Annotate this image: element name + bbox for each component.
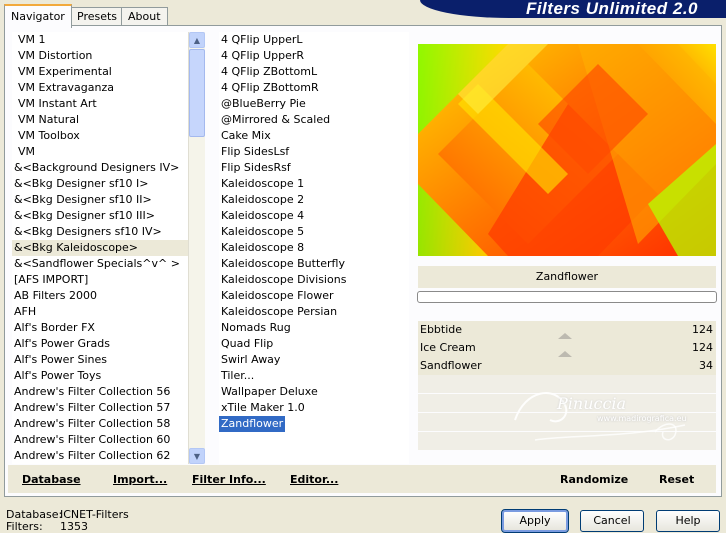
randomize-button[interactable]: Randomize bbox=[560, 473, 628, 486]
category-list-item[interactable]: VM Experimental bbox=[12, 64, 188, 80]
category-list-item[interactable]: &<Bkg Kaleidoscope> bbox=[12, 240, 188, 256]
category-list[interactable]: VM 1 VM Distortion VM Experimental VM Extra… bbox=[12, 32, 188, 464]
help-button[interactable]: Help bbox=[656, 510, 720, 532]
filter-list-item[interactable]: @BlueBerry Pie bbox=[219, 96, 308, 112]
param-slider-sandflower[interactable]: Sandflower 34 bbox=[418, 357, 716, 375]
filter-list-item[interactable]: Kaleidoscope 8 bbox=[219, 240, 306, 256]
category-list-item[interactable]: Alf's Power Grads bbox=[12, 336, 188, 352]
category-list-item[interactable]: &<Bkg Designer sf10 III> bbox=[12, 208, 188, 224]
watermark-logo: Pinuccia www.madirografica.eu bbox=[505, 380, 705, 450]
editor-button[interactable]: Editor... bbox=[290, 473, 338, 486]
param-value: 124 bbox=[692, 323, 713, 336]
filter-list-item[interactable]: Flip SidesLsf bbox=[219, 144, 291, 160]
param-label: Ice Cream bbox=[420, 341, 476, 354]
filter-list-item[interactable]: Flip SidesRsf bbox=[219, 160, 293, 176]
param-label: Ebbtide bbox=[420, 323, 463, 336]
filter-list-item[interactable]: Zandflower bbox=[219, 416, 286, 432]
progress-bar bbox=[417, 291, 717, 303]
filter-list-item[interactable]: 4 QFlip ZBottomL bbox=[219, 64, 319, 80]
category-list-item[interactable]: VM Natural bbox=[12, 112, 188, 128]
filter-list-item[interactable]: Nomads Rug bbox=[219, 320, 293, 336]
category-list-item[interactable]: VM Toolbox bbox=[12, 128, 188, 144]
param-slider-ebbtide[interactable]: Ebbtide 124 bbox=[418, 321, 716, 339]
category-list-item[interactable]: VM Extravaganza bbox=[12, 80, 188, 96]
category-list-item[interactable]: AB Filters 2000 bbox=[12, 288, 188, 304]
filter-list-item[interactable]: Kaleidoscope 1 bbox=[219, 176, 306, 192]
watermark-url: www.madirografica.eu bbox=[597, 414, 687, 423]
filter-list-item[interactable]: Kaleidoscope Persian bbox=[219, 304, 339, 320]
filter-list[interactable]: 4 QFlip UpperL 4 QFlip UpperR 4 QFlip ZBot… bbox=[219, 32, 409, 464]
filter-list-item[interactable]: 4 QFlip ZBottomR bbox=[219, 80, 321, 96]
watermark-text: Pinuccia bbox=[557, 394, 627, 413]
import-button[interactable]: Import... bbox=[113, 473, 167, 486]
filter-list-item[interactable]: Kaleidoscope Flower bbox=[219, 288, 336, 304]
category-list-item[interactable]: Alf's Border FX bbox=[12, 320, 188, 336]
param-value: 124 bbox=[692, 341, 713, 354]
filter-list-item[interactable]: xTile Maker 1.0 bbox=[219, 400, 307, 416]
filter-list-item[interactable]: Cake Mix bbox=[219, 128, 273, 144]
category-list-item[interactable]: Andrew's Filter Collection 60 bbox=[12, 432, 188, 448]
tab-navigator[interactable]: Navigator bbox=[4, 4, 72, 28]
filter-preview-image bbox=[418, 44, 716, 256]
category-list-item[interactable]: Andrew's Filter Collection 58 bbox=[12, 416, 188, 432]
filters-count-label: Filters: bbox=[6, 520, 43, 533]
filter-list-item[interactable]: Swirl Away bbox=[219, 352, 282, 368]
category-list-item[interactable]: VM Distortion bbox=[12, 48, 188, 64]
category-scrollbar[interactable]: ▲ ▼ bbox=[188, 32, 205, 464]
filter-list-item[interactable]: Quad Flip bbox=[219, 336, 275, 352]
category-list-item[interactable]: &<Bkg Designer sf10 II> bbox=[12, 192, 188, 208]
category-list-item[interactable]: VM Instant Art bbox=[12, 96, 188, 112]
category-list-item[interactable]: Andrew's Filter Collection 57 bbox=[12, 400, 188, 416]
filter-list-item[interactable]: Wallpaper Deluxe bbox=[219, 384, 320, 400]
filter-list-item[interactable]: @Mirrored & Scaled bbox=[219, 112, 332, 128]
filters-count-value: 1353 bbox=[60, 520, 88, 533]
tab-about[interactable]: About bbox=[121, 7, 168, 26]
tab-presets[interactable]: Presets bbox=[70, 7, 125, 26]
scroll-thumb[interactable] bbox=[189, 49, 205, 137]
filter-list-item[interactable]: Kaleidoscope 2 bbox=[219, 192, 306, 208]
database-button[interactable]: Database bbox=[22, 473, 81, 486]
filter-list-item[interactable]: Kaleidoscope 4 bbox=[219, 208, 306, 224]
category-list-item[interactable]: &<Bkg Designer sf10 I> bbox=[12, 176, 188, 192]
reset-button[interactable]: Reset bbox=[659, 473, 694, 486]
apply-button[interactable]: Apply bbox=[501, 509, 569, 533]
category-list-item[interactable]: Andrew's Filter Collection 56 bbox=[12, 384, 188, 400]
param-label: Sandflower bbox=[420, 359, 482, 372]
category-list-item[interactable]: &<Bkg Designers sf10 IV> bbox=[12, 224, 188, 240]
action-bar: Database Import... Filter Info... Editor… bbox=[8, 465, 716, 493]
category-list-item[interactable]: &<Sandflower Specials^v^ > bbox=[12, 256, 188, 272]
param-value: 34 bbox=[699, 359, 713, 372]
filter-list-item[interactable]: Kaleidoscope Butterfly bbox=[219, 256, 347, 272]
filter-name-label: Zandflower bbox=[418, 266, 716, 288]
category-list-item[interactable]: [AFS IMPORT] bbox=[12, 272, 188, 288]
filter-info-button[interactable]: Filter Info... bbox=[192, 473, 266, 486]
filter-list-item[interactable]: Kaleidoscope 5 bbox=[219, 224, 306, 240]
filter-list-item[interactable]: 4 QFlip UpperR bbox=[219, 48, 306, 64]
category-list-item[interactable]: VM bbox=[12, 144, 188, 160]
category-list-item[interactable]: AFH bbox=[12, 304, 188, 320]
category-list-item[interactable]: &<Background Designers IV> bbox=[12, 160, 188, 176]
cancel-button[interactable]: Cancel bbox=[580, 510, 644, 532]
param-slider-ice-cream[interactable]: Ice Cream 124 bbox=[418, 339, 716, 357]
filter-list-item[interactable]: 4 QFlip UpperL bbox=[219, 32, 305, 48]
category-list-item[interactable]: Alf's Power Toys bbox=[12, 368, 188, 384]
scroll-up-button[interactable]: ▲ bbox=[189, 32, 205, 48]
scroll-down-button[interactable]: ▼ bbox=[189, 448, 205, 464]
filter-list-item[interactable]: Kaleidoscope Divisions bbox=[219, 272, 348, 288]
category-list-item[interactable]: VM 1 bbox=[12, 32, 188, 48]
category-list-item[interactable]: Andrew's Filter Collection 62 bbox=[12, 448, 188, 464]
category-list-item[interactable]: Alf's Power Sines bbox=[12, 352, 188, 368]
filter-list-item[interactable]: Tiler... bbox=[219, 368, 256, 384]
app-title-banner: Filters Unlimited 2.0 bbox=[420, 0, 726, 18]
